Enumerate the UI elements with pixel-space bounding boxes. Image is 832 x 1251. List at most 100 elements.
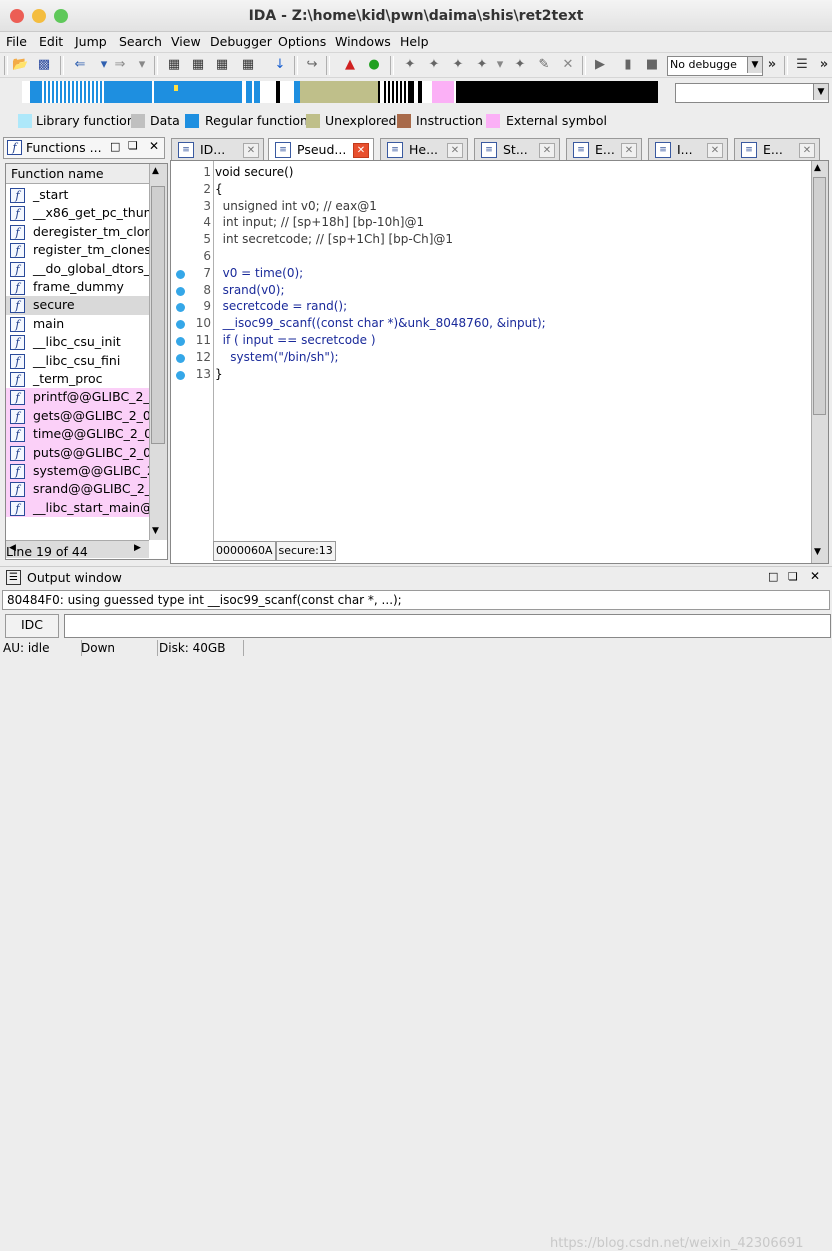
open-file-icon[interactable]: 📂 — [12, 57, 28, 73]
function-list-item[interactable]: f _term_proc — [6, 370, 149, 388]
function-list-item[interactable]: f gets@@GLIBC_2_0 — [6, 406, 149, 426]
scrollbar-thumb[interactable] — [813, 177, 826, 415]
close-tab-icon[interactable]: ✕ — [707, 143, 723, 158]
jump-down-arrow-icon[interactable]: ↓ — [272, 57, 288, 73]
function-list-item[interactable]: f frame_dummy — [6, 278, 149, 296]
breakpoint-dot-icon[interactable] — [176, 370, 185, 380]
tab-hex-view[interactable]: ≡ He... ✕ — [380, 138, 468, 160]
function-list-item[interactable]: f __libc_csu_init — [6, 333, 149, 351]
command-input[interactable] — [64, 614, 831, 638]
dropdown-icon[interactable]: ▾ — [492, 57, 508, 73]
function-list-item[interactable]: f srand@@GLIBC_2_ — [6, 480, 149, 499]
menu-windows[interactable]: Windows — [335, 34, 391, 49]
breakpoint-dot-icon[interactable] — [176, 303, 185, 313]
function-list-item[interactable]: f __x86_get_pc_thun — [6, 204, 149, 222]
save-icon[interactable]: ▩ — [36, 57, 52, 73]
scroll-right-icon[interactable]: ▶ — [134, 543, 141, 553]
code-line[interactable]: } — [215, 367, 223, 381]
menu-jump[interactable]: Jump — [75, 34, 107, 49]
code-line[interactable]: system("/bin/sh"); — [215, 350, 338, 364]
breakpoint-dot-icon[interactable] — [176, 353, 185, 363]
functions-list[interactable]: Function name f _start f __x86_get_pc_thun f… — [5, 163, 168, 560]
stop-icon[interactable]: ■ — [644, 57, 660, 73]
code-line[interactable]: if ( input == secretcode ) — [215, 333, 376, 347]
output-text[interactable]: 80484F0: using guessed type int __isoc99… — [2, 590, 830, 610]
menu-search[interactable]: Search — [119, 34, 162, 49]
menu-edit[interactable]: Edit — [39, 34, 63, 49]
scroll-up-icon[interactable]: ▲ — [152, 166, 159, 176]
menu-debugger[interactable]: Debugger — [210, 34, 272, 49]
float-panel-icon[interactable]: ❏ — [788, 570, 798, 583]
code-line[interactable]: v0 = time(0); — [215, 266, 304, 280]
tab-pseudocode[interactable]: ≡ Pseud... ✕ — [268, 138, 374, 160]
scroll-down-icon[interactable]: ▼ — [152, 526, 159, 536]
patch-icon[interactable]: ✦ — [512, 57, 528, 73]
editor-vertical-scrollbar[interactable]: ▲ ▼ — [811, 161, 828, 563]
debugger-select[interactable]: No debugge ▼ — [667, 56, 763, 76]
delete-x-icon[interactable]: ✕ — [560, 57, 576, 73]
function-list-item[interactable]: f time@@GLIBC_2_0 — [6, 425, 149, 444]
breakpoint-dot-icon[interactable] — [176, 337, 185, 346]
add-item-icon[interactable]: ✦ — [474, 57, 490, 73]
search-next-icon[interactable]: ▦ — [240, 57, 256, 73]
menu-view[interactable]: View — [171, 34, 201, 49]
menu-file[interactable]: File — [6, 34, 27, 49]
close-tab-icon[interactable]: ✕ — [447, 143, 463, 158]
close-tab-icon[interactable]: ✕ — [353, 143, 369, 158]
function-list-item[interactable]: f secure — [6, 296, 149, 315]
idc-button[interactable]: IDC — [5, 614, 59, 638]
scrollbar-thumb[interactable] — [151, 186, 165, 444]
rename-icon[interactable]: ✎ — [536, 57, 552, 73]
tab-structures[interactable]: ≡ St... ✕ — [474, 138, 560, 160]
segment-combo[interactable]: ▼ — [675, 83, 829, 103]
close-panel-icon[interactable]: ✕ — [810, 569, 820, 583]
function-list-item[interactable]: f __libc_start_main@ — [6, 498, 149, 518]
edit-function-icon[interactable]: ✦ — [426, 57, 442, 73]
function-list-item[interactable]: f puts@@GLIBC_2_0 — [6, 443, 149, 462]
close-tab-icon[interactable]: ✕ — [539, 143, 555, 158]
code-line[interactable]: int input; // [sp+18h] [bp-10h]@1 — [215, 215, 425, 229]
warning-triangle-icon[interactable]: ▲ — [342, 57, 358, 73]
function-list-item[interactable]: f printf@@GLIBC_2_ — [6, 388, 149, 407]
text-search-icon[interactable]: ▦ — [166, 57, 182, 73]
forward-dropdown-icon[interactable]: ▾ — [134, 57, 150, 73]
function-list-item[interactable]: f _start — [6, 186, 149, 204]
tab-enums[interactable]: ≡ E... ✕ — [566, 138, 642, 160]
pseudocode-view[interactable]: 1 2 3 4 5 6 7 8 9 10 11 12 13 void secure(){ unsigne… — [170, 160, 829, 564]
function-list-item[interactable]: f system@@GLIBC_2 — [6, 462, 149, 481]
close-panel-icon[interactable]: ✕ — [149, 139, 159, 153]
code-line[interactable]: srand(v0); — [215, 283, 285, 297]
breakpoint-dot-icon[interactable] — [176, 320, 185, 330]
function-name-column-header[interactable]: Function name — [6, 164, 149, 184]
code-line[interactable]: secretcode = rand(); — [215, 299, 348, 313]
create-function-icon[interactable]: ✦ — [402, 57, 418, 73]
code-line[interactable]: void secure() — [215, 165, 293, 179]
pause-icon[interactable]: ▮ — [620, 57, 636, 73]
menu-options[interactable]: Options — [278, 34, 326, 49]
functions-vertical-scrollbar[interactable]: ▲ ▼ — [149, 164, 167, 540]
scroll-up-icon[interactable]: ▲ — [814, 163, 821, 173]
breakpoint-dot-icon[interactable] — [176, 286, 185, 296]
function-list-item[interactable]: f deregister_tm_clon — [6, 223, 149, 241]
immediate-search-icon[interactable]: ▦ — [214, 57, 230, 73]
menu-help[interactable]: Help — [400, 34, 429, 49]
code-line[interactable]: __isoc99_scanf((const char *)&unk_804876… — [215, 316, 546, 330]
close-tab-icon[interactable]: ✕ — [799, 143, 815, 158]
binary-search-icon[interactable]: ▦ — [190, 57, 206, 73]
back-dropdown-icon[interactable]: ▾ — [96, 57, 112, 73]
function-list-item[interactable]: f __do_global_dtors_ — [6, 260, 149, 278]
function-list-item[interactable]: f register_tm_clones — [6, 241, 149, 259]
back-arrow-icon[interactable]: ⇐ — [72, 57, 88, 73]
run-circle-icon[interactable]: ● — [366, 57, 382, 73]
forward-arrow-icon[interactable]: ⇒ — [112, 57, 128, 73]
tab-ida-view[interactable]: ≡ ID... ✕ — [171, 138, 264, 160]
code-line[interactable]: int secretcode; // [sp+1Ch] [bp-Ch]@1 — [215, 232, 453, 246]
add-segment-icon[interactable]: ✦ — [450, 57, 466, 73]
float-panel-icon[interactable]: ❏ — [128, 139, 138, 152]
close-tab-icon[interactable]: ✕ — [243, 143, 259, 158]
breakpoint-dot-icon[interactable] — [176, 269, 185, 279]
tab-exports[interactable]: ≡ E... ✕ — [734, 138, 820, 160]
expand-toolbar-icon[interactable]: » — [764, 57, 780, 73]
list-icon[interactable]: ☰ — [794, 57, 810, 73]
close-tab-icon[interactable]: ✕ — [621, 143, 637, 158]
